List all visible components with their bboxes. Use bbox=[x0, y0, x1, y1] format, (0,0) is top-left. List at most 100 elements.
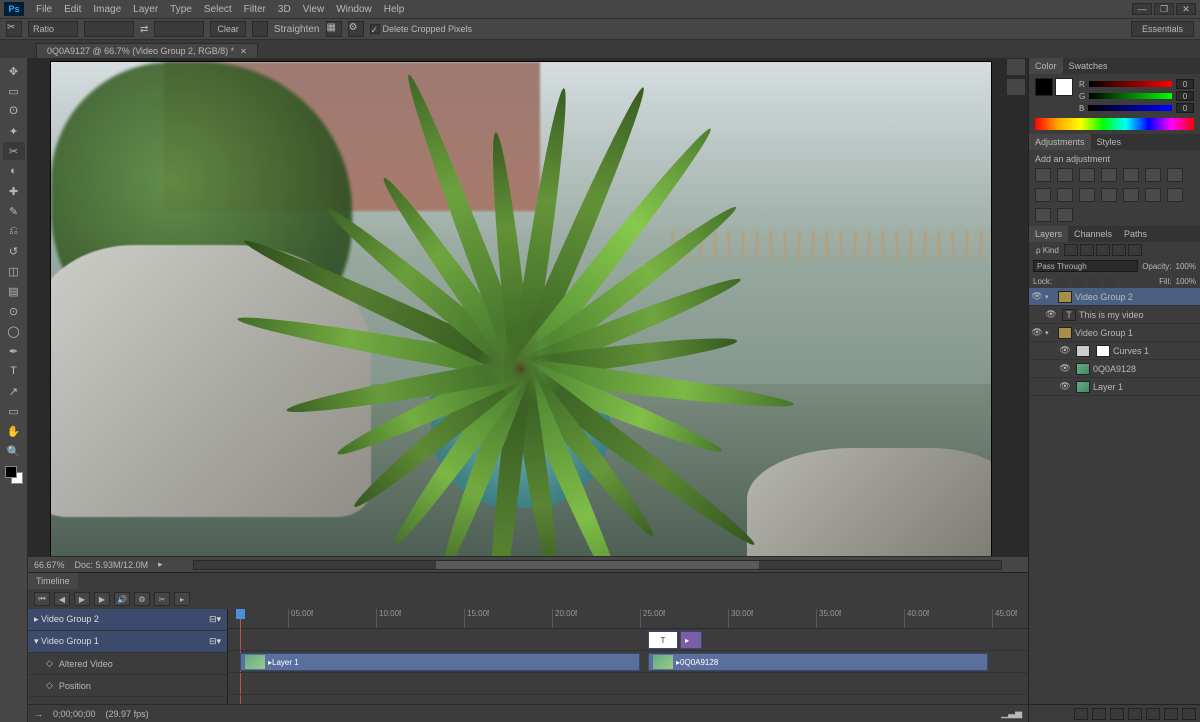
path-tool[interactable]: ↗ bbox=[3, 382, 25, 400]
blur-tool[interactable]: ⊙ bbox=[3, 302, 25, 320]
blend-mode-dropdown[interactable]: Pass Through bbox=[1033, 260, 1138, 272]
visibility-icon[interactable]: 👁 bbox=[1057, 345, 1073, 356]
filter-adjustment-icon[interactable] bbox=[1080, 244, 1094, 256]
menu-filter[interactable]: Filter bbox=[238, 4, 272, 15]
canvas-area[interactable] bbox=[28, 58, 1028, 556]
stamp-tool[interactable]: ⎌ bbox=[3, 222, 25, 240]
timeline-settings-button[interactable]: ⚙ bbox=[134, 592, 150, 606]
layer-name[interactable]: Layer 1 bbox=[1093, 382, 1200, 392]
fg-swatch[interactable] bbox=[1035, 78, 1053, 96]
black-white-icon[interactable] bbox=[1035, 188, 1051, 202]
track-sub-opacity[interactable]: ◇Opacity bbox=[28, 697, 227, 704]
channel-mixer-icon[interactable] bbox=[1079, 188, 1095, 202]
history-panel-icon[interactable] bbox=[1006, 58, 1026, 76]
crop-settings-icon[interactable]: ⚙ bbox=[348, 21, 364, 37]
posterize-icon[interactable] bbox=[1145, 188, 1161, 202]
track-row-group2[interactable]: T ▸ bbox=[228, 629, 1028, 651]
current-time[interactable]: 0;00;00;00 bbox=[53, 709, 96, 719]
filter-type-icon[interactable] bbox=[1096, 244, 1110, 256]
crop-width-input[interactable] bbox=[84, 21, 134, 37]
color-balance-icon[interactable] bbox=[1167, 168, 1183, 182]
lock-all-icon[interactable] bbox=[1104, 276, 1116, 286]
new-group-icon[interactable] bbox=[1146, 708, 1160, 720]
menu-edit[interactable]: Edit bbox=[58, 4, 87, 15]
workspace-switcher[interactable]: Essentials bbox=[1131, 21, 1194, 37]
zoom-tool[interactable]: 🔍 bbox=[3, 442, 25, 460]
document-canvas[interactable] bbox=[51, 62, 991, 556]
window-maximize-button[interactable]: ❐ bbox=[1154, 3, 1174, 15]
visibility-icon[interactable]: 👁 bbox=[1043, 309, 1059, 320]
track-sub-position[interactable]: ◇Position bbox=[28, 675, 227, 697]
delete-cropped-checkbox[interactable]: ✓ Delete Cropped Pixels bbox=[370, 24, 473, 34]
menu-3d[interactable]: 3D bbox=[272, 4, 297, 15]
menu-layer[interactable]: Layer bbox=[127, 4, 164, 15]
red-slider[interactable]: R0 bbox=[1079, 78, 1194, 90]
clip-transition[interactable]: ▸ bbox=[680, 631, 702, 649]
gradient-map-icon[interactable] bbox=[1035, 208, 1051, 222]
visibility-icon[interactable]: 👁 bbox=[1057, 381, 1073, 392]
clip-0q[interactable]: ▸ 0Q0A9128 bbox=[648, 653, 988, 671]
brightness-contrast-icon[interactable] bbox=[1035, 168, 1051, 182]
layer-name[interactable]: 0Q0A9128 bbox=[1093, 364, 1200, 374]
window-close-button[interactable]: ✕ bbox=[1176, 3, 1196, 15]
crop-height-input[interactable] bbox=[154, 21, 204, 37]
layer-row[interactable]: 👁▾Video Group 2 bbox=[1029, 288, 1200, 306]
photo-filter-icon[interactable] bbox=[1057, 188, 1073, 202]
wand-tool[interactable]: ✦ bbox=[3, 122, 25, 140]
crop-ratio-dropdown[interactable]: Ratio bbox=[28, 21, 78, 37]
lock-position-icon[interactable] bbox=[1088, 276, 1100, 286]
layer-row[interactable]: 👁0Q0A9128 bbox=[1029, 360, 1200, 378]
doc-info-arrow-icon[interactable]: ▸ bbox=[158, 559, 163, 570]
layer-row[interactable]: 👁 Layer 1 bbox=[1029, 378, 1200, 396]
adjustments-tab[interactable]: Adjustments bbox=[1029, 134, 1091, 150]
exposure-icon[interactable] bbox=[1101, 168, 1117, 182]
horizontal-scrollbar[interactable] bbox=[193, 560, 1002, 570]
menu-view[interactable]: View bbox=[297, 4, 331, 15]
close-tab-icon[interactable]: ✕ bbox=[240, 47, 247, 56]
menu-file[interactable]: File bbox=[30, 4, 58, 15]
type-tool[interactable]: T bbox=[3, 362, 25, 380]
styles-tab[interactable]: Styles bbox=[1091, 134, 1128, 150]
track-row-group1[interactable]: ▸ Layer 1 ▸ 0Q0A9128 bbox=[228, 651, 1028, 673]
color-tab[interactable]: Color bbox=[1029, 58, 1063, 74]
marquee-tool[interactable]: ▭ bbox=[3, 82, 25, 100]
clip-layer1[interactable]: ▸ Layer 1 bbox=[240, 653, 640, 671]
hue-saturation-icon[interactable] bbox=[1145, 168, 1161, 182]
track-menu-icon[interactable]: ⊟▾ bbox=[209, 614, 221, 625]
play-button[interactable]: ▶ bbox=[74, 592, 90, 606]
fill-value[interactable]: 100% bbox=[1176, 277, 1196, 286]
shape-tool[interactable]: ▭ bbox=[3, 402, 25, 420]
hand-tool[interactable]: ✋ bbox=[3, 422, 25, 440]
levels-icon[interactable] bbox=[1057, 168, 1073, 182]
link-layers-icon[interactable] bbox=[1074, 708, 1088, 720]
bg-swatch[interactable] bbox=[1055, 78, 1073, 96]
green-slider[interactable]: G0 bbox=[1079, 90, 1194, 102]
heal-tool[interactable]: ✚ bbox=[3, 182, 25, 200]
properties-panel-icon[interactable] bbox=[1006, 78, 1026, 96]
prev-frame-button[interactable]: ◀ bbox=[54, 592, 70, 606]
track-header-group1[interactable]: ▾ Video Group 1 ⊟▾ bbox=[28, 631, 227, 653]
delete-layer-icon[interactable] bbox=[1182, 708, 1196, 720]
move-tool[interactable]: ✥ bbox=[3, 62, 25, 80]
history-brush-tool[interactable]: ↺ bbox=[3, 242, 25, 260]
eraser-tool[interactable]: ◫ bbox=[3, 262, 25, 280]
track-row-keyframes-1[interactable] bbox=[228, 673, 1028, 695]
layer-list[interactable]: 👁▾Video Group 2👁TThis is my video👁▾Video… bbox=[1029, 288, 1200, 704]
menu-help[interactable]: Help bbox=[378, 4, 411, 15]
pen-tool[interactable]: ✒ bbox=[3, 342, 25, 360]
b-value[interactable]: 0 bbox=[1176, 103, 1194, 113]
foreground-color-swatch[interactable] bbox=[5, 466, 17, 478]
layer-mask-icon[interactable] bbox=[1110, 708, 1124, 720]
layer-row[interactable]: 👁 Curves 1 bbox=[1029, 342, 1200, 360]
color-lookup-icon[interactable] bbox=[1101, 188, 1117, 202]
crop-tool-icon[interactable]: ✂ bbox=[6, 21, 22, 37]
layer-name[interactable]: Video Group 2 bbox=[1075, 292, 1200, 302]
layer-filter-kind[interactable]: ρ Kind bbox=[1033, 244, 1062, 256]
clip-text[interactable]: T bbox=[648, 631, 678, 649]
layer-name[interactable]: Curves 1 bbox=[1113, 346, 1200, 356]
straighten-icon[interactable] bbox=[252, 21, 268, 37]
blue-slider[interactable]: B0 bbox=[1079, 102, 1194, 114]
filter-smart-icon[interactable] bbox=[1128, 244, 1142, 256]
menu-select[interactable]: Select bbox=[198, 4, 238, 15]
split-clip-button[interactable]: ✂ bbox=[154, 592, 170, 606]
